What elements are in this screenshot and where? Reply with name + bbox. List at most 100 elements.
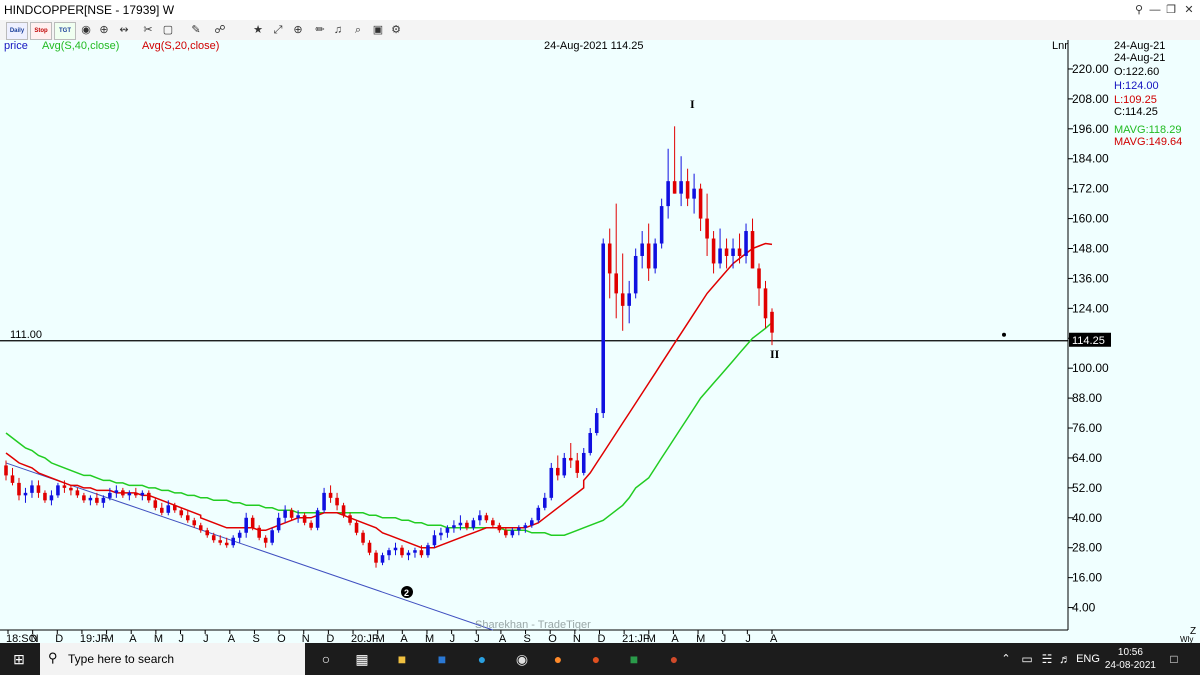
- candle-body: [549, 467, 554, 498]
- target-button[interactable]: TGT: [54, 22, 76, 40]
- x-tick-label: 21:JF: [622, 633, 650, 643]
- candle-body: [757, 268, 761, 289]
- x-tick-label: M: [154, 633, 163, 643]
- candle-body: [491, 520, 495, 526]
- firefox-icon[interactable]: ●: [544, 643, 572, 675]
- candle-body: [121, 490, 125, 496]
- candle-body: [555, 467, 560, 476]
- candle-body: [49, 495, 54, 501]
- candle-body: [341, 505, 346, 516]
- chart-background: [0, 40, 1200, 643]
- candle-body: [432, 535, 437, 546]
- lock-icon[interactable]: ⚲: [1132, 3, 1146, 17]
- candle-body: [594, 413, 599, 434]
- chevron-up-icon[interactable]: ⌃: [996, 643, 1016, 675]
- candle-body: [127, 492, 132, 496]
- candle-body: [530, 520, 534, 526]
- x-tick-label: M: [647, 633, 656, 643]
- network-icon[interactable]: ☵: [1038, 643, 1056, 675]
- candle-body: [166, 505, 171, 513]
- y-tick-label: 148.00: [1072, 241, 1109, 255]
- windows-start-icon[interactable]: ⊞: [0, 643, 38, 675]
- scissors-icon[interactable]: ✂: [138, 22, 158, 38]
- y-tick-label: 64.00: [1072, 451, 1102, 465]
- candle-body: [711, 238, 716, 264]
- x-tick-label: S: [524, 633, 531, 643]
- volume-icon[interactable]: ♬: [1056, 643, 1074, 675]
- x-tick-label: J: [721, 633, 727, 643]
- candle-body: [30, 485, 34, 493]
- candle-body: [517, 527, 521, 531]
- file-explorer-icon[interactable]: ■: [388, 643, 416, 675]
- battery-icon[interactable]: ▭: [1018, 643, 1036, 675]
- candle-body: [361, 532, 365, 543]
- candle-body: [484, 515, 489, 521]
- telegram-icon[interactable]: ●: [468, 643, 496, 675]
- candle-body: [10, 475, 15, 483]
- candle-body: [23, 492, 28, 496]
- language-indicator[interactable]: ENG: [1076, 643, 1100, 675]
- magnifier-icon[interactable]: ⌕: [350, 22, 366, 38]
- crosshair-icon[interactable]: ⊕: [96, 22, 112, 38]
- ruler-icon[interactable]: ↭: [114, 22, 134, 38]
- wave-circle-label: 2: [404, 588, 409, 598]
- y-tick-label: 52.00: [1072, 481, 1102, 495]
- draw-tools-icon[interactable]: ✎: [186, 22, 206, 38]
- candle-body: [328, 492, 333, 498]
- x-tick-label: M: [696, 633, 705, 643]
- star-icon[interactable]: ★: [250, 22, 266, 38]
- chrome-icon[interactable]: ◉: [508, 643, 536, 675]
- candle-body: [458, 522, 463, 526]
- candle-body: [172, 505, 177, 511]
- y-tick-label: 208.00: [1072, 92, 1109, 106]
- candle-body: [419, 550, 424, 556]
- cross-target-icon[interactable]: ⊕: [290, 22, 306, 38]
- arrows-icon[interactable]: ⤢: [270, 22, 286, 38]
- info-open: O:122.60: [1114, 66, 1160, 78]
- taskbar-clock[interactable]: 10:56 24-08-2021: [1105, 646, 1156, 672]
- tradetiger-icon[interactable]: ●: [582, 643, 610, 675]
- bell-icon[interactable]: ♫: [330, 22, 346, 38]
- scale-mode[interactable]: Lnr: [1052, 40, 1068, 52]
- candle-body: [244, 517, 248, 533]
- cortana-icon[interactable]: ○: [312, 643, 340, 675]
- y-tick-label: 196.00: [1072, 122, 1109, 136]
- cube-icon[interactable]: ▢: [160, 22, 176, 38]
- candle-body: [75, 490, 80, 496]
- restore-button[interactable]: ❐: [1164, 3, 1178, 17]
- minimize-button[interactable]: —: [1148, 3, 1162, 17]
- gear-icon[interactable]: ⚙: [388, 22, 404, 38]
- daily-button[interactable]: Daily: [6, 22, 28, 40]
- excel-icon[interactable]: ■: [620, 643, 648, 675]
- powerpoint-icon[interactable]: ●: [660, 643, 688, 675]
- price-chart[interactable]: 220.00 208.00 196.00 184.00 172.00 160.00 148.…: [0, 40, 1200, 643]
- candle-body: [250, 517, 255, 528]
- link-icon[interactable]: ☍: [210, 22, 230, 38]
- x-tick-label: O: [548, 633, 557, 643]
- candle-body: [646, 243, 651, 269]
- candle-body: [211, 535, 216, 541]
- taskbar-search-box[interactable]: ⚲ Type here to search: [40, 643, 305, 675]
- x-tick-label: D: [55, 633, 63, 643]
- notifications-icon[interactable]: □: [1164, 643, 1184, 675]
- chart-panel[interactable]: 220.00 208.00 196.00 184.00 172.00 160.00 148.…: [0, 40, 1200, 643]
- candle-body: [367, 542, 372, 553]
- pencil-icon[interactable]: ✏: [312, 22, 328, 38]
- info-date-2: 24-Aug-21: [1114, 52, 1166, 64]
- candle-body: [257, 527, 261, 538]
- candle-body: [718, 248, 722, 264]
- candle-body: [309, 522, 313, 528]
- stop-button[interactable]: Stop: [30, 22, 52, 40]
- watermark: Sharekhan - TradeTiger: [475, 619, 591, 631]
- legend-price: price: [4, 40, 28, 52]
- x-tick-label: A: [770, 633, 778, 643]
- outlook-icon[interactable]: ■: [428, 643, 456, 675]
- candle-body: [393, 547, 398, 551]
- task-view-icon[interactable]: ▦: [348, 643, 376, 675]
- compass-icon[interactable]: ◉: [78, 22, 94, 38]
- candle-body: [568, 457, 573, 461]
- x-tick-label: J: [179, 633, 185, 643]
- candle-body: [562, 457, 567, 476]
- close-button[interactable]: ✕: [1182, 3, 1196, 17]
- window-icon[interactable]: ▣: [370, 22, 386, 38]
